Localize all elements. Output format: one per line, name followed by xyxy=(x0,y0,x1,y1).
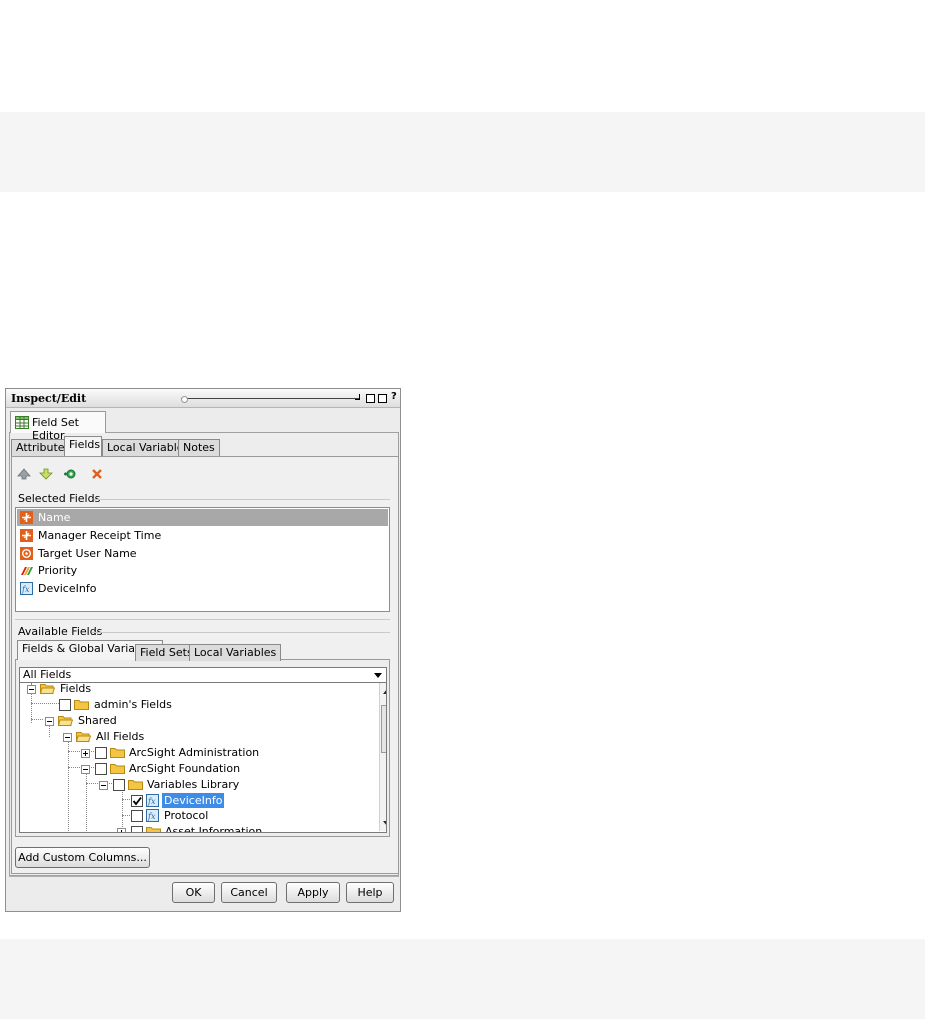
tree-node-all-fields[interactable]: All Fields xyxy=(20,729,370,744)
folder-icon xyxy=(146,827,161,832)
tree-checkbox[interactable] xyxy=(131,826,143,832)
selected-fields-list[interactable]: Name Manager Receipt Time Target User Na… xyxy=(15,507,390,612)
maximize-icon[interactable] xyxy=(378,394,387,403)
collapse-icon[interactable] xyxy=(27,685,36,694)
tab-fields[interactable]: Fields xyxy=(64,436,102,456)
tree-checkbox-checked[interactable] xyxy=(131,795,143,807)
svg-text:fx: fx xyxy=(21,585,30,594)
tree-checkbox[interactable] xyxy=(95,763,107,775)
collapse-icon[interactable] xyxy=(81,765,90,774)
help-icon[interactable]: ? xyxy=(391,391,397,402)
folder-icon xyxy=(128,780,143,790)
tree-node-shared[interactable]: Shared xyxy=(20,713,370,728)
list-item[interactable]: Name xyxy=(17,509,388,526)
checkmark-icon xyxy=(132,796,142,806)
add-field-icon[interactable] xyxy=(63,467,77,481)
collapse-icon[interactable] xyxy=(63,733,72,742)
folder-icon xyxy=(110,764,125,774)
tree-node-variables-library[interactable]: Variables Library xyxy=(20,777,370,792)
list-item[interactable]: Manager Receipt Time xyxy=(17,527,388,544)
tab-notes[interactable]: Notes xyxy=(178,439,220,456)
available-fields-label: Available Fields xyxy=(18,625,103,638)
panel-title: Inspect/Edit xyxy=(11,392,87,405)
list-item[interactable]: Target User Name xyxy=(17,545,388,562)
tree-node-admins-fields[interactable]: admin's Fields xyxy=(20,697,370,712)
folder-icon xyxy=(110,748,125,758)
open-folder-icon xyxy=(76,732,91,742)
tab-available-local-variables[interactable]: Local Variables xyxy=(189,644,282,661)
field-set-editor-tab[interactable]: Field Set Editor xyxy=(10,411,106,442)
list-item[interactable]: Priority xyxy=(17,562,388,579)
chevron-down-icon[interactable] xyxy=(374,673,382,678)
expand-icon[interactable] xyxy=(117,828,126,832)
table-icon xyxy=(15,416,29,429)
page-band-bottom xyxy=(0,939,925,1019)
available-fields-separator xyxy=(92,632,390,633)
tree-checkbox[interactable] xyxy=(95,747,107,759)
open-folder-icon xyxy=(40,684,55,694)
remove-icon[interactable] xyxy=(90,467,104,481)
page-band-top xyxy=(0,112,925,192)
tree-node-protocol[interactable]: fx Protocol xyxy=(20,808,370,823)
help-button[interactable]: Help xyxy=(346,882,394,903)
tree-checkbox[interactable] xyxy=(113,779,125,791)
restore-icon[interactable] xyxy=(366,394,375,403)
ok-button[interactable]: OK xyxy=(172,882,215,903)
list-item[interactable]: fx DeviceInfo xyxy=(17,580,388,597)
selected-fields-label: Selected Fields xyxy=(18,492,101,505)
folder-icon xyxy=(74,700,89,710)
selected-fields-separator xyxy=(94,499,390,500)
collapse-icon[interactable] xyxy=(99,781,108,790)
collapse-icon[interactable] xyxy=(45,717,54,726)
section-separator xyxy=(15,619,390,620)
scrollbar-thumb[interactable] xyxy=(381,705,386,753)
event-field-icon xyxy=(20,529,33,542)
tree-scrollbar[interactable] xyxy=(379,683,386,831)
scroll-down-icon[interactable] xyxy=(383,821,386,826)
svg-text:fx: fx xyxy=(147,812,156,821)
inspect-edit-panel: Inspect/Edit ? Field Set Editor Attribut… xyxy=(5,388,401,912)
variable-icon: fx xyxy=(146,809,159,822)
move-up-icon[interactable] xyxy=(17,467,31,481)
open-folder-icon xyxy=(58,716,73,726)
move-down-icon[interactable] xyxy=(39,467,53,481)
panel-titlebar: Inspect/Edit ? xyxy=(6,389,400,408)
footer-separator xyxy=(9,876,399,877)
apply-button[interactable]: Apply xyxy=(286,882,340,903)
field-filter-select[interactable]: All Fields xyxy=(19,667,387,683)
tree-node-asset-information[interactable]: Asset Information xyxy=(20,824,370,832)
cancel-button[interactable]: Cancel xyxy=(221,882,277,903)
slider-end-icon xyxy=(355,394,360,400)
variable-icon: fx xyxy=(146,794,159,807)
expand-icon[interactable] xyxy=(81,749,90,758)
variable-icon: fx xyxy=(20,582,33,595)
field-filter-value: All Fields xyxy=(23,668,72,681)
tree-checkbox[interactable] xyxy=(59,699,71,711)
tree-node-deviceinfo[interactable]: fx DeviceInfo xyxy=(20,793,370,808)
add-custom-columns-button[interactable]: Add Custom Columns... xyxy=(15,847,150,868)
tree-node-arcsight-foundation[interactable]: ArcSight Foundation xyxy=(20,761,370,776)
available-fields-tree[interactable]: Fields admin's Fields Shared All Fields … xyxy=(19,683,387,833)
opacity-slider[interactable] xyxy=(181,396,359,403)
priority-icon xyxy=(21,567,33,575)
target-field-icon xyxy=(20,547,33,560)
event-field-icon xyxy=(20,511,33,524)
tree-checkbox[interactable] xyxy=(131,810,143,822)
tree-node-fields[interactable]: Fields xyxy=(20,683,370,696)
scroll-up-icon[interactable] xyxy=(383,689,386,694)
svg-text:fx: fx xyxy=(147,797,156,806)
tree-node-arcsight-administration[interactable]: ArcSight Administration xyxy=(20,745,370,760)
